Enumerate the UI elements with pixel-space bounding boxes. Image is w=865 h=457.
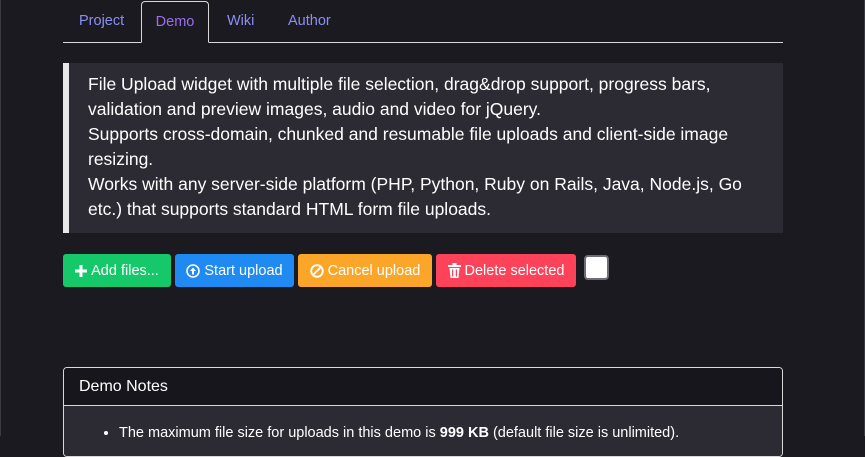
trash-icon bbox=[447, 263, 461, 278]
ban-icon bbox=[309, 263, 324, 278]
tab-author[interactable]: Author bbox=[288, 0, 331, 42]
start-upload-button[interactable]: Start upload bbox=[175, 254, 294, 287]
note-prefix: The maximum file size for uploads in thi… bbox=[119, 425, 440, 441]
description-line-2: Supports cross-domain, chunked and resum… bbox=[88, 124, 729, 169]
cancel-upload-label: Cancel upload bbox=[327, 262, 421, 279]
tab-demo[interactable]: Demo bbox=[141, 1, 209, 43]
note-item: The maximum file size for uploads in thi… bbox=[119, 423, 679, 443]
upload-circle-icon bbox=[186, 263, 201, 278]
description-line-3: Works with any server-side platform (PHP… bbox=[88, 174, 742, 219]
delete-selected-button[interactable]: Delete selected bbox=[436, 254, 576, 287]
plus-icon bbox=[75, 264, 88, 277]
description-line-1: File Upload widget with multiple file se… bbox=[88, 74, 711, 119]
nav-tabs: Project Demo Wiki Author bbox=[63, 0, 783, 43]
delete-selected-label: Delete selected bbox=[464, 262, 565, 279]
note-max-size: 999 KB bbox=[439, 425, 489, 441]
note-suffix: (default file size is unlimited). bbox=[488, 425, 680, 441]
select-all-checkbox[interactable] bbox=[584, 255, 609, 280]
demo-notes-body: The maximum file size for uploads in thi… bbox=[64, 406, 782, 456]
demo-notes-title: Demo Notes bbox=[64, 368, 782, 406]
tab-wiki[interactable]: Wiki bbox=[227, 0, 254, 42]
start-upload-label: Start upload bbox=[204, 262, 283, 279]
cancel-upload-button[interactable]: Cancel upload bbox=[298, 254, 432, 287]
demo-notes-panel: Demo Notes The maximum file size for upl… bbox=[63, 367, 783, 457]
add-files-button[interactable]: Add files... bbox=[63, 254, 171, 287]
description-blockquote: File Upload widget with multiple file se… bbox=[63, 63, 783, 233]
add-files-label: Add files... bbox=[91, 262, 159, 279]
tab-project[interactable]: Project bbox=[79, 0, 124, 42]
